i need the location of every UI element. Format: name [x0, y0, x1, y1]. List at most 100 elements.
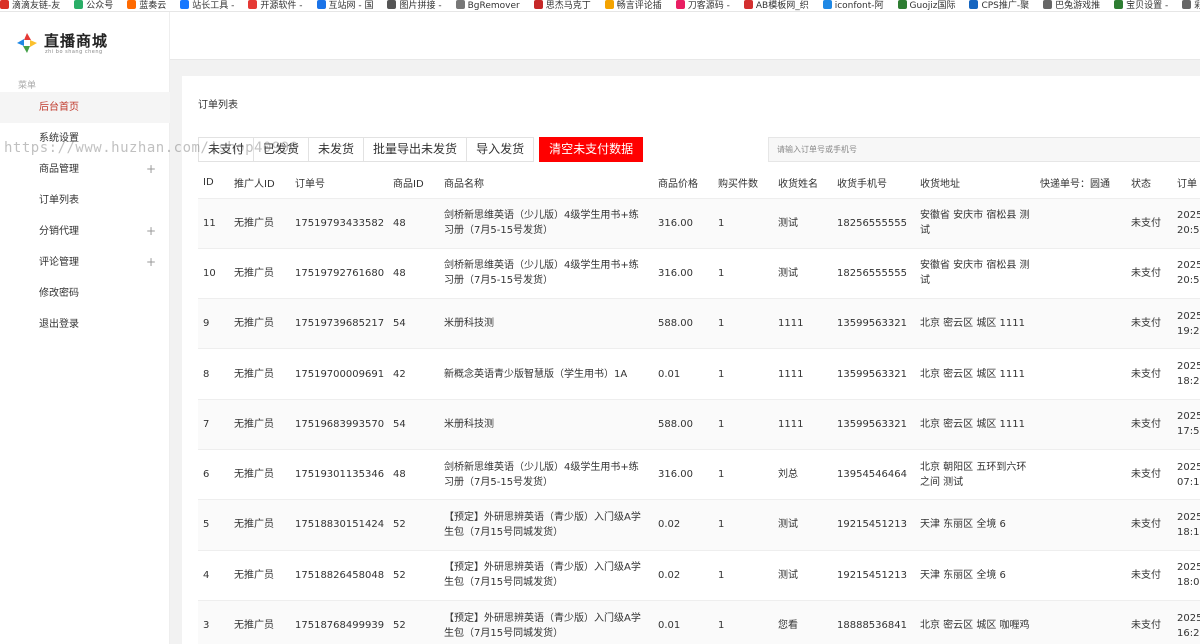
column-header: 收货手机号: [832, 168, 915, 199]
bookmark-item[interactable]: 公众号: [74, 0, 113, 11]
address-cell: 北京 密云区 城区 1111: [915, 298, 1035, 350]
recipient-name-cell: 1111: [773, 298, 832, 350]
bookmark-item[interactable]: 思杰马克丁: [533, 0, 591, 11]
expand-plus-icon[interactable]: +: [146, 247, 156, 278]
sidebar-item-label: 评论管理: [39, 257, 79, 268]
recipient-phone-cell: 13599563321: [832, 298, 915, 350]
bookmark-label: 图片拼接 -: [399, 1, 442, 11]
order-number-cell: 17518826458048: [290, 550, 388, 601]
filter-shipped-button[interactable]: 已发货: [253, 137, 310, 162]
order-number-cell: 17519739685217: [290, 298, 388, 350]
address-cell: 天津 东丽区 全境 6: [915, 550, 1035, 601]
table-row[interactable]: 10 无推广员 17519792761680 48 剑桥新思维英语（少儿版）4级学生用书…: [198, 248, 1200, 300]
sidebar-item-order-list[interactable]: 订单列表: [0, 185, 170, 216]
quantity-cell: 1: [713, 348, 773, 400]
bookmark-item[interactable]: 巴兔游戏推: [1043, 0, 1100, 11]
sidebar-item-change-password[interactable]: 修改密码: [0, 278, 170, 309]
table-row[interactable]: 8 无推广员 17519700009691 42 新概念英语青少版智慧版（学生用书）1A…: [198, 348, 1200, 400]
bookmark-label: 蓝奏云: [139, 1, 167, 11]
brand-logo[interactable]: 直播商城 zhi bo shang cheng: [16, 30, 166, 58]
tracking-number-cell: [1035, 399, 1126, 450]
bookmark-item[interactable]: 滴滴友链-友: [0, 0, 60, 11]
recipient-phone-cell: 19215451213: [832, 499, 915, 551]
bookmark-item[interactable]: 开源软件 -: [248, 0, 303, 11]
promoter-cell: 无推广员: [229, 298, 290, 350]
table-row[interactable]: 7 无推广员 17519683993570 54 米册科技测 588.00 1 1111 135…: [198, 399, 1200, 450]
tracking-number-cell: [1035, 198, 1126, 249]
order-search-input[interactable]: [768, 137, 1200, 162]
table-row[interactable]: 9 无推广员 17519739685217 54 米册科技测 588.00 1 1111 135…: [198, 298, 1200, 350]
recipient-phone-cell: 19215451213: [832, 550, 915, 601]
bookmark-item[interactable]: 彩虹易支付: [1182, 0, 1200, 11]
bookmark-item[interactable]: 畅言评论插: [604, 0, 662, 11]
sidebar-item-comment-management[interactable]: 评论管理 +: [0, 247, 170, 278]
promoter-cell: 无推广员: [229, 248, 290, 300]
table-body: 11 无推广员 17519793433582 48 剑桥新思维英语（少儿版）4级学生用书…: [198, 198, 1200, 644]
bookmark-item[interactable]: 蓝奏云: [127, 0, 167, 11]
status-cell: 未支付: [1126, 550, 1172, 601]
bookmark-item[interactable]: CPS推广-聚: [969, 0, 1029, 11]
export-unshipped-button[interactable]: 批量导出未发货: [363, 137, 468, 162]
bookmark-item[interactable]: 宝贝设置 -: [1114, 0, 1168, 11]
table-row[interactable]: 11 无推广员 17519793433582 48 剑桥新思维英语（少儿版）4级学生用书…: [198, 198, 1200, 249]
promoter-cell: 无推广员: [229, 399, 290, 450]
order-number-cell: 17519683993570: [290, 399, 388, 450]
order-time-cell: 2025 18:0: [1172, 550, 1200, 601]
quantity-cell: 1: [713, 600, 773, 644]
tracking-number-cell: [1035, 248, 1126, 300]
column-header: 收货姓名: [773, 168, 832, 199]
globe-icon: [1043, 0, 1053, 9]
expand-plus-icon[interactable]: +: [146, 216, 156, 247]
price-cell: 0.02: [653, 499, 713, 551]
order-id-cell: 8: [198, 348, 229, 400]
price-cell: 316.00: [653, 248, 713, 300]
sijie-icon: [533, 0, 543, 9]
bookmark-label: BgRemover: [467, 1, 520, 11]
tracking-number-cell: [1035, 298, 1126, 350]
expand-plus-icon[interactable]: +: [146, 154, 156, 185]
address-cell: 北京 密云区 城区 1111: [915, 348, 1035, 400]
bgremover-icon: [455, 0, 465, 9]
recipient-name-cell: 测试: [773, 248, 832, 300]
bookmark-item[interactable]: 站长工具 -: [180, 0, 234, 11]
order-time-cell: 2025 17:5: [1172, 399, 1200, 450]
status-cell: 未支付: [1126, 348, 1172, 400]
sidebar-item-system-settings[interactable]: 系统设置: [0, 123, 170, 154]
order-number-cell: 17519793433582: [290, 198, 388, 249]
filter-unshipped-button[interactable]: 未发货: [308, 137, 365, 162]
sidebar-item-product-management[interactable]: 商品管理 +: [0, 154, 170, 185]
clear-unpaid-button[interactable]: 清空未支付数据: [539, 137, 644, 162]
table-row[interactable]: 3 无推广员 17518768499939 52 【预定】外研思辨英语（青少版）入门级A…: [198, 600, 1200, 644]
recipient-name-cell: 您看: [773, 600, 832, 644]
filter-unpaid-button[interactable]: 未支付: [198, 137, 255, 162]
order-id-cell: 9: [198, 298, 229, 350]
quantity-cell: 1: [713, 550, 773, 601]
bookmark-item[interactable]: AB模板网_织: [743, 0, 809, 11]
sidebar-item-logout[interactable]: 退出登录: [0, 309, 170, 340]
price-cell: 316.00: [653, 449, 713, 501]
product-name-cell: 【预定】外研思辨英语（青少版）入门级A学生包（7月15号同城发货）: [439, 550, 653, 601]
sidebar-item-distribution-agents[interactable]: 分销代理 +: [0, 216, 170, 247]
iconfont-icon: [822, 0, 832, 9]
table-row[interactable]: 5 无推广员 17518830151424 52 【预定】外研思辨英语（青少版）入门级A…: [198, 499, 1200, 551]
bookmark-label: Guojiz国际: [909, 1, 956, 11]
order-number-cell: 17519700009691: [290, 348, 388, 400]
bookmark-item[interactable]: BgRemover: [455, 0, 520, 11]
quantity-cell: 1: [713, 198, 773, 249]
column-header: ID: [198, 168, 229, 199]
table-row[interactable]: 4 无推广员 17518826458048 52 【预定】外研思辨英语（青少版）入门级A…: [198, 550, 1200, 601]
bookmark-item[interactable]: Guojiz国际: [897, 0, 956, 11]
sidebar-item-home[interactable]: 后台首页: [0, 92, 170, 123]
bookmark-item[interactable]: 图片拼接 -: [387, 0, 442, 11]
bookmark-item[interactable]: iconfont-阿: [822, 0, 884, 11]
table-header-row: ID 推广人ID 订单号 商品ID 商品名称 商品价格 购买件数 收货姓名 收货手机号 收货地址快…: [198, 168, 1200, 199]
huzhan-icon: [316, 0, 326, 9]
import-shipping-button[interactable]: 导入发货: [466, 137, 535, 162]
bookmark-item[interactable]: 刀客源码 -: [675, 0, 730, 11]
brand-subtitle: zhi bo shang cheng: [45, 49, 103, 55]
order-time-cell: 2025 07:1: [1172, 449, 1200, 501]
bookmark-item[interactable]: 互站网 - 国: [316, 0, 373, 11]
status-cell: 未支付: [1126, 399, 1172, 450]
order-time-cell: 2025 18:2: [1172, 348, 1200, 400]
table-row[interactable]: 6 无推广员 17519301135346 48 剑桥新思维英语（少儿版）4级学生用书+…: [198, 449, 1200, 501]
